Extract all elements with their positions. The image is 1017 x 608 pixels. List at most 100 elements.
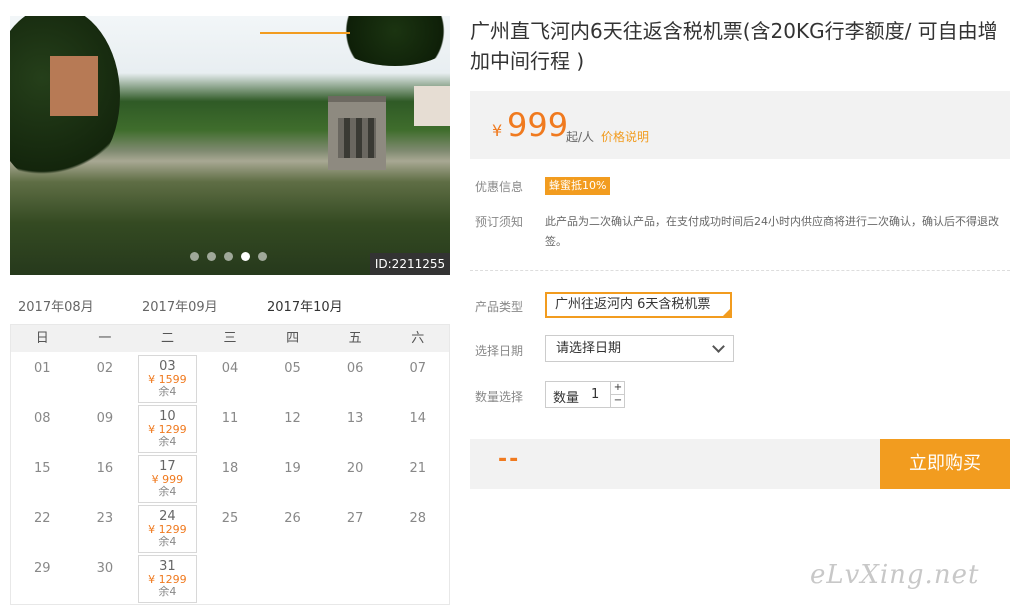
calendar-day: 11 [199, 405, 262, 455]
calendar-day: 28 [386, 505, 449, 555]
quantity-input[interactable]: 1 [591, 387, 599, 402]
day-number: 01 [34, 361, 51, 376]
day-number: 16 [96, 461, 114, 476]
price-box: ¥ 999 起/人 价格说明 [470, 91, 1010, 159]
quantity-plus-button[interactable]: + [610, 382, 625, 395]
day-number: 28 [409, 511, 426, 526]
product-type-label: 产品类型 [475, 300, 524, 314]
day-number: 22 [34, 511, 51, 526]
calendar-day: 12 [261, 405, 324, 455]
tab-month-aug[interactable]: 2017年08月 [18, 296, 94, 315]
day-number: 17 [159, 459, 176, 474]
product-id-tag: ID:2211255 [370, 253, 450, 275]
date-select[interactable]: 请选择日期 [545, 335, 734, 362]
day-stock: 余4 [158, 385, 177, 398]
tower-graphic [328, 96, 386, 170]
watermark: eLvXing.net [810, 560, 980, 590]
calendar-day-available[interactable]: 17 ¥ 999 余4 [138, 455, 197, 503]
calendar-day-available[interactable]: 24 ¥ 1299 余4 [138, 505, 197, 553]
gallery-dot-active[interactable] [241, 252, 250, 261]
gallery-dot[interactable] [207, 252, 216, 261]
day-number: 23 [96, 511, 114, 526]
day-number: 21 [409, 461, 426, 476]
day-number: 19 [284, 461, 301, 476]
product-photo[interactable] [10, 16, 450, 275]
weekday-label: 日 [35, 331, 49, 346]
calendar-day-available[interactable]: 10 ¥ 1299 余4 [138, 405, 197, 453]
tree-graphic [330, 16, 450, 66]
gallery-dot[interactable] [190, 252, 199, 261]
day-number: 13 [346, 411, 364, 426]
quantity-minus-button[interactable]: − [610, 395, 625, 407]
calendar-day: 20 [324, 455, 387, 505]
day-number: 27 [346, 511, 364, 526]
date-label: 选择日期 [475, 344, 524, 358]
calendar-day: 16 [74, 455, 137, 505]
chevron-down-icon [712, 340, 725, 353]
day-stock: 余4 [158, 585, 177, 598]
currency-symbol: ¥ [492, 121, 503, 140]
gallery-dots [190, 252, 267, 261]
active-tab-underline [260, 32, 350, 34]
buy-now-button[interactable]: 立即购买 [880, 439, 1010, 489]
gallery-dot[interactable] [258, 252, 267, 261]
calendar-day: 21 [386, 455, 449, 505]
weekday-label: 一 [98, 331, 112, 346]
tab-month-oct[interactable]: 2017年10月 [267, 296, 343, 315]
weekday-header: 日 一 二 三 四 五 六 [11, 325, 449, 352]
calendar-day: 07 [386, 355, 449, 405]
quantity-inner-label: 数量 [553, 391, 580, 406]
weekday-label: 六 [411, 331, 425, 346]
day-number: 26 [284, 511, 301, 526]
day-number: 24 [159, 509, 176, 524]
calendar-day-available[interactable]: 31 ¥ 1299 余4 [138, 555, 197, 603]
calendar-day: 22 [11, 505, 74, 555]
notice-text: 此产品为二次确认产品，在支付成功时间后24小时内供应商将进行二次确认，确认后不得… [545, 215, 999, 248]
day-number: 15 [34, 461, 51, 476]
day-number: 14 [409, 411, 426, 426]
weekday-label: 四 [286, 331, 300, 346]
total-price: -- [498, 447, 521, 472]
price-unit: 起/人 [566, 130, 595, 144]
day-number: 20 [346, 461, 364, 476]
calendar-day: 06 [324, 355, 387, 405]
day-number: 10 [159, 409, 176, 424]
day-number: 07 [409, 361, 426, 376]
price-value: 999 [507, 106, 569, 144]
calendar-day: 05 [261, 355, 324, 405]
gallery-dot[interactable] [224, 252, 233, 261]
calendar-grid: 01 02 03 ¥ 1599 余4 04 05 06 07 08 09 10 ¥ 1299 余4 11 12… [11, 352, 449, 605]
building-graphic [50, 56, 98, 116]
day-number: 11 [221, 411, 239, 426]
calendar-day: 30 [74, 555, 137, 605]
day-number: 30 [96, 561, 114, 576]
tab-month-sep[interactable]: 2017年09月 [142, 296, 218, 315]
price-calendar: 日 一 二 三 四 五 六 01 02 03 ¥ 1599 余4 04 05 06 07 08 09… [10, 324, 450, 605]
calendar-day: 25 [199, 505, 262, 555]
calendar-day: 27 [324, 505, 387, 555]
calendar-day: 29 [11, 555, 74, 605]
day-stock: 余4 [158, 535, 177, 548]
divider [470, 270, 1010, 271]
day-number: 09 [96, 411, 114, 426]
calendar-day: 15 [11, 455, 74, 505]
weekday-label: 五 [348, 331, 362, 346]
price-explain-link[interactable]: 价格说明 [601, 128, 649, 145]
month-tabs: 2017年08月 2017年09月 2017年10月 [10, 290, 450, 324]
day-number: 03 [159, 359, 176, 374]
promo-badge: 蜂蜜抵10% [545, 177, 611, 195]
quantity-stepper: 数量 1 + − [545, 381, 625, 408]
calendar-day-available[interactable]: 03 ¥ 1599 余4 [138, 355, 197, 403]
building-graphic [414, 86, 450, 126]
calendar-day: 13 [324, 405, 387, 455]
promo-label: 优惠信息 [475, 180, 524, 194]
quantity-label: 数量选择 [475, 390, 524, 404]
calendar-day: 09 [74, 405, 137, 455]
notice-label: 预订须知 [475, 215, 524, 229]
calendar-day: 02 [74, 355, 137, 405]
product-type-option[interactable]: 广州往返河内 6天含税机票 [545, 292, 732, 318]
weekday-label: 二 [160, 331, 174, 346]
date-select-value: 请选择日期 [556, 341, 622, 356]
calendar-day: 19 [261, 455, 324, 505]
day-number: 08 [34, 411, 51, 426]
